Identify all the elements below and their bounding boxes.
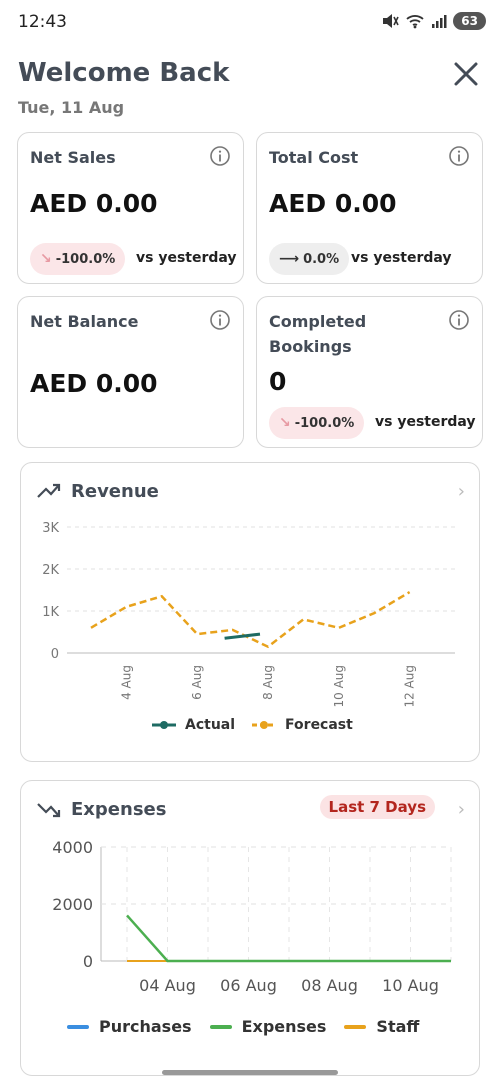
compare-text: vs yesterday bbox=[136, 250, 237, 266]
legend-label: Forecast bbox=[285, 717, 353, 733]
mute-icon bbox=[383, 14, 400, 28]
status-icons: 63 bbox=[381, 12, 486, 30]
card-value: AED 0.00 bbox=[30, 369, 158, 398]
card-value: AED 0.00 bbox=[269, 189, 397, 218]
trend-down-icon: ↘ bbox=[279, 415, 291, 431]
expenses-legend-swatch bbox=[209, 1024, 232, 1029]
compare-text: vs yesterday bbox=[351, 250, 452, 266]
chevron-right-icon[interactable]: › bbox=[458, 799, 465, 820]
legend-item-forecast: Forecast bbox=[251, 717, 353, 733]
period-badge[interactable]: Last 7 Days bbox=[319, 795, 435, 819]
page-title: Welcome Back bbox=[18, 58, 230, 88]
net-balance-card[interactable]: Net Balance AED 0.00 bbox=[17, 296, 244, 448]
legend-item-expenses: Expenses bbox=[209, 1017, 327, 1036]
x-tick-label: 8 Aug bbox=[261, 665, 275, 700]
revenue-legend: Actual Forecast bbox=[151, 717, 369, 733]
status-bar: 12:43 63 bbox=[0, 0, 500, 44]
trend-flat-icon: ⟶ bbox=[279, 251, 300, 267]
y-tick-label: 2000 bbox=[52, 895, 93, 914]
compare-text: vs yesterday bbox=[375, 414, 476, 430]
card-label: Completed Bookings bbox=[269, 312, 367, 356]
x-tick-label: 04 Aug bbox=[139, 976, 196, 995]
legend-label: Actual bbox=[185, 717, 236, 733]
trend-down-icon: ↘ bbox=[40, 251, 52, 267]
legend-item-actual: Actual bbox=[151, 717, 235, 733]
completed-bookings-card[interactable]: Completed Bookings 0 ↘ -100.0% vs yester… bbox=[256, 296, 483, 448]
revenue-panel[interactable]: Revenue › 0 1K 2K 3K 4 Aug 6 Aug 8 Aug 10 Aug 12… bbox=[20, 462, 480, 762]
y-tick-label: 1K bbox=[42, 605, 59, 620]
net-sales-card[interactable]: Net Sales AED 0.00 ↘ -100.0% vs yesterda… bbox=[17, 132, 244, 284]
revenue-chart: 0 1K 2K 3K 4 Aug 6 Aug 8 Aug 10 Aug 12 Aug bbox=[42, 521, 455, 708]
x-tick-label: 4 Aug bbox=[119, 665, 133, 700]
trending-up-icon bbox=[37, 483, 61, 498]
trending-down-icon bbox=[37, 803, 61, 818]
chevron-right-icon[interactable]: › bbox=[458, 481, 465, 502]
info-icon[interactable] bbox=[448, 309, 470, 331]
legend-label: Staff bbox=[376, 1017, 420, 1036]
expenses-panel[interactable]: Expenses Last 7 Days › 0 2000 4000 04 Aug 06… bbox=[20, 780, 480, 1076]
legend-label: Purchases bbox=[99, 1017, 192, 1036]
change-badge: ⟶ 0.0% bbox=[269, 243, 350, 275]
x-tick-label: 12 Aug bbox=[403, 665, 417, 708]
x-tick-label: 6 Aug bbox=[190, 665, 204, 700]
status-time: 12:43 bbox=[18, 12, 67, 32]
card-label: Total Cost bbox=[269, 148, 359, 167]
total-cost-card[interactable]: Total Cost AED 0.00 ⟶ 0.0% vs yesterday bbox=[256, 132, 483, 284]
y-tick-label: 3K bbox=[42, 521, 59, 536]
y-tick-label: 4000 bbox=[52, 838, 93, 857]
card-label: Net Sales bbox=[30, 148, 116, 167]
revenue-title: Revenue bbox=[71, 481, 159, 502]
purchases-legend-swatch bbox=[67, 1024, 89, 1029]
x-tick-label: 10 Aug bbox=[382, 976, 439, 995]
legend-item-purchases: Purchases bbox=[67, 1017, 192, 1036]
change-badge: ↘ -100.0% bbox=[30, 243, 126, 275]
y-tick-label: 0 bbox=[51, 647, 59, 662]
legend-item-staff: Staff bbox=[344, 1017, 419, 1036]
info-icon[interactable] bbox=[209, 309, 231, 331]
y-tick-label: 2K bbox=[42, 563, 59, 578]
home-indicator[interactable] bbox=[162, 1070, 338, 1075]
signal-icon bbox=[432, 15, 447, 28]
close-icon[interactable] bbox=[450, 58, 482, 90]
forecast-line bbox=[90, 591, 411, 649]
expenses-chart: 0 2000 4000 04 Aug 06 Aug 08 Aug 10 Aug bbox=[52, 838, 452, 995]
info-icon[interactable] bbox=[448, 145, 470, 167]
actual-line bbox=[224, 632, 261, 640]
change-value: 0.0% bbox=[303, 251, 340, 267]
change-value: -100.0% bbox=[294, 415, 355, 431]
staff-legend-swatch bbox=[344, 1024, 367, 1029]
change-value: -100.0% bbox=[55, 251, 116, 267]
forecast-legend-swatch bbox=[252, 721, 277, 729]
card-value: AED 0.00 bbox=[30, 189, 158, 218]
x-tick-label: 08 Aug bbox=[301, 976, 358, 995]
info-icon[interactable] bbox=[209, 145, 231, 167]
wifi-icon bbox=[406, 15, 424, 29]
page-date: Tue, 11 Aug bbox=[18, 98, 125, 117]
card-label: Net Balance bbox=[30, 312, 139, 331]
card-value: 0 bbox=[269, 367, 287, 396]
legend-label: Expenses bbox=[241, 1017, 327, 1036]
y-tick-label: 0 bbox=[83, 952, 93, 971]
x-tick-label: 10 Aug bbox=[332, 665, 346, 708]
battery-indicator: 63 bbox=[453, 12, 486, 30]
actual-legend-swatch bbox=[152, 721, 176, 729]
x-tick-label: 06 Aug bbox=[220, 976, 277, 995]
expenses-legend: Purchases Expenses Staff bbox=[67, 1017, 435, 1036]
expenses-title: Expenses bbox=[71, 799, 167, 820]
change-badge: ↘ -100.0% bbox=[269, 407, 365, 439]
